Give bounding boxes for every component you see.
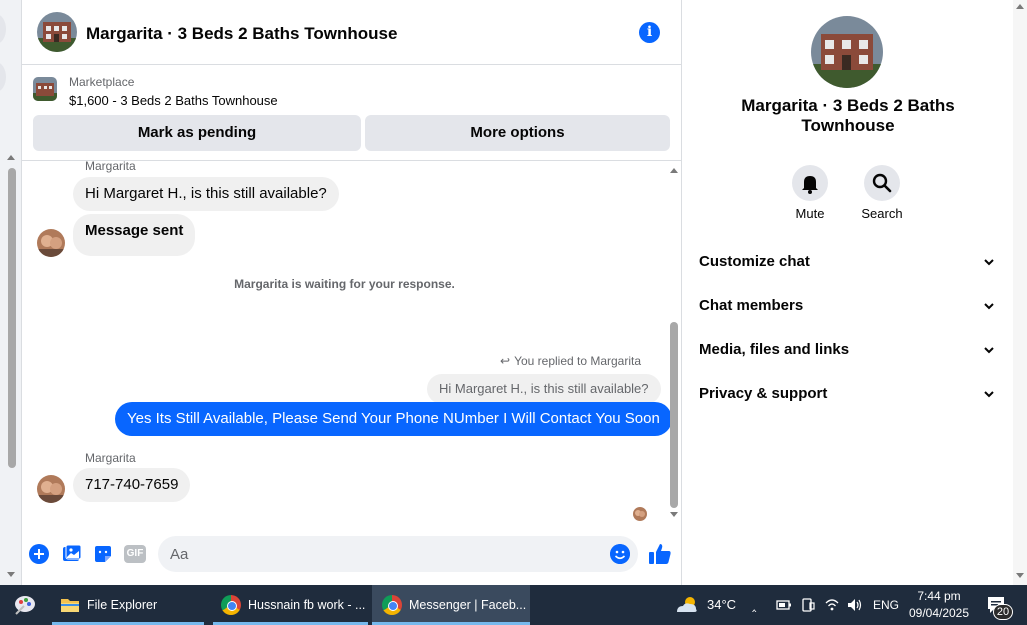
clock-time: 7:44 pm (917, 589, 961, 603)
scroll-up-arrow[interactable] (670, 168, 678, 173)
weather-icon[interactable] (674, 595, 700, 615)
folder-icon (61, 599, 79, 612)
bell-icon (802, 176, 818, 194)
partial-chat-avatar[interactable] (0, 14, 6, 44)
replied-indicator: ↩ You replied to Margarita (500, 354, 641, 368)
chevron-up-icon[interactable]: ‸ (752, 585, 756, 625)
taskbar-item-label: File Explorer (87, 598, 158, 612)
clock-date: 09/04/2025 (908, 606, 970, 620)
listing-profile-photo[interactable] (811, 16, 883, 88)
waiting-status: Margarita is waiting for your response. (234, 277, 455, 291)
add-icon[interactable] (29, 544, 49, 564)
search-button[interactable] (864, 165, 900, 201)
left-edge-strip (0, 0, 22, 585)
sender-avatar[interactable] (37, 475, 65, 503)
menu-label: Customize chat (699, 253, 810, 270)
panel-title: Margarita · 3 Beds 2 Baths Townhouse (741, 96, 955, 135)
chat-scrollbar[interactable] (667, 162, 681, 524)
menu-label: Media, files and links (699, 341, 850, 358)
menu-customize-chat[interactable]: Customize chat (699, 250, 999, 274)
reply-arrow-icon: ↩ (500, 354, 511, 368)
sticker-icon[interactable] (93, 544, 113, 564)
chat-scrollbar-thumb[interactable] (670, 322, 678, 508)
incoming-message[interactable]: Message sent (73, 214, 196, 256)
sender-avatar[interactable] (37, 229, 65, 257)
scroll-down-arrow[interactable] (7, 572, 15, 577)
marketplace-label: Marketplace (69, 75, 135, 89)
incoming-message[interactable]: 717-740-7659 (73, 468, 191, 502)
taskbar-clock[interactable]: 7:44 pm 09/04/2025 (906, 588, 972, 622)
scroll-up-arrow[interactable] (1016, 4, 1024, 9)
outgoing-message[interactable]: Yes Its Still Available, Please Send You… (115, 402, 672, 436)
more-options-button[interactable]: More options (365, 115, 670, 151)
notification-count-badge: 20 (993, 604, 1013, 620)
battery-icon[interactable] (776, 595, 792, 615)
listing-avatar[interactable] (37, 12, 77, 52)
chat-title[interactable]: Margarita · 3 Beds 2 Baths Townhouse (86, 24, 397, 44)
mute-button[interactable] (792, 165, 828, 201)
marketplace-listing-card: Marketplace $1,600 - 3 Beds 2 Baths Town… (22, 65, 682, 161)
chrome-icon (221, 595, 241, 615)
page-scrollbar[interactable] (1013, 0, 1027, 585)
partial-chat-avatar[interactable] (0, 62, 6, 92)
quoted-message[interactable]: Hi Margaret H., is this still available? (427, 374, 661, 404)
incoming-message[interactable]: Hi Margaret H., is this still available? (73, 177, 339, 211)
mute-label: Mute (795, 206, 825, 221)
sender-name: Margarita (85, 159, 136, 173)
taskbar-chrome-work[interactable]: Hussnain fb work - ... (213, 585, 368, 625)
chat-header: Margarita · 3 Beds 2 Baths Townhouse i (22, 0, 682, 65)
info-icon[interactable]: i (639, 22, 660, 43)
taskbar-file-explorer[interactable]: File Explorer (52, 585, 204, 625)
scroll-down-arrow[interactable] (1016, 573, 1024, 578)
volume-icon[interactable] (846, 595, 862, 615)
replied-text: You replied to Margarita (514, 354, 642, 368)
message-input[interactable] (170, 536, 600, 572)
weather-temperature[interactable]: 34°C (707, 585, 736, 625)
scroll-up-arrow[interactable] (7, 155, 15, 160)
language-indicator[interactable]: ENG (873, 585, 899, 625)
start-icon[interactable] (12, 594, 38, 616)
taskbar-item-label: Messenger | Faceb... (409, 598, 527, 612)
mark-as-pending-button[interactable]: Mark as pending (33, 115, 361, 151)
menu-label: Chat members (699, 297, 804, 314)
gif-icon[interactable]: GIF (124, 545, 146, 563)
scroll-down-arrow[interactable] (670, 512, 678, 517)
left-scrollbar-thumb[interactable] (8, 168, 16, 468)
message-composer: GIF (22, 530, 682, 580)
menu-chat-members[interactable]: Chat members (699, 294, 999, 318)
photo-icon[interactable] (62, 544, 82, 564)
menu-label: Privacy & support (699, 385, 828, 402)
chat-window: Margarita · 3 Beds 2 Baths Townhouse i M… (22, 0, 682, 585)
search-label: Search (861, 206, 903, 221)
chevron-down-icon (984, 347, 994, 354)
message-thread: Margarita Hi Margaret H., is this still … (22, 159, 682, 524)
phone-link-icon[interactable] (800, 595, 816, 615)
chrome-icon (382, 595, 402, 615)
menu-privacy-support[interactable]: Privacy & support (699, 382, 999, 406)
taskbar-chrome-messenger[interactable]: Messenger | Faceb... (372, 585, 530, 625)
conversation-details-panel: Margarita · 3 Beds 2 Baths Townhouse Mut… (683, 0, 1013, 585)
like-thumbs-up-icon[interactable] (648, 542, 672, 566)
listing-price-title[interactable]: $1,600 - 3 Beds 2 Baths Townhouse (69, 93, 278, 108)
search-icon (872, 173, 892, 193)
taskbar-item-label: Hussnain fb work - ... (248, 598, 366, 612)
emoji-icon[interactable] (610, 544, 630, 564)
read-receipt-avatar (633, 507, 647, 521)
menu-media-files-links[interactable]: Media, files and links (699, 338, 999, 362)
chevron-down-icon (984, 303, 994, 310)
wifi-icon[interactable] (824, 595, 840, 615)
chevron-down-icon (984, 391, 994, 398)
windows-taskbar: File Explorer Hussnain fb work - ... Mes… (0, 585, 1027, 625)
sender-name: Margarita (85, 451, 136, 465)
chevron-down-icon (984, 259, 994, 266)
message-input-wrapper (158, 536, 638, 572)
listing-thumbnail[interactable] (33, 77, 57, 101)
